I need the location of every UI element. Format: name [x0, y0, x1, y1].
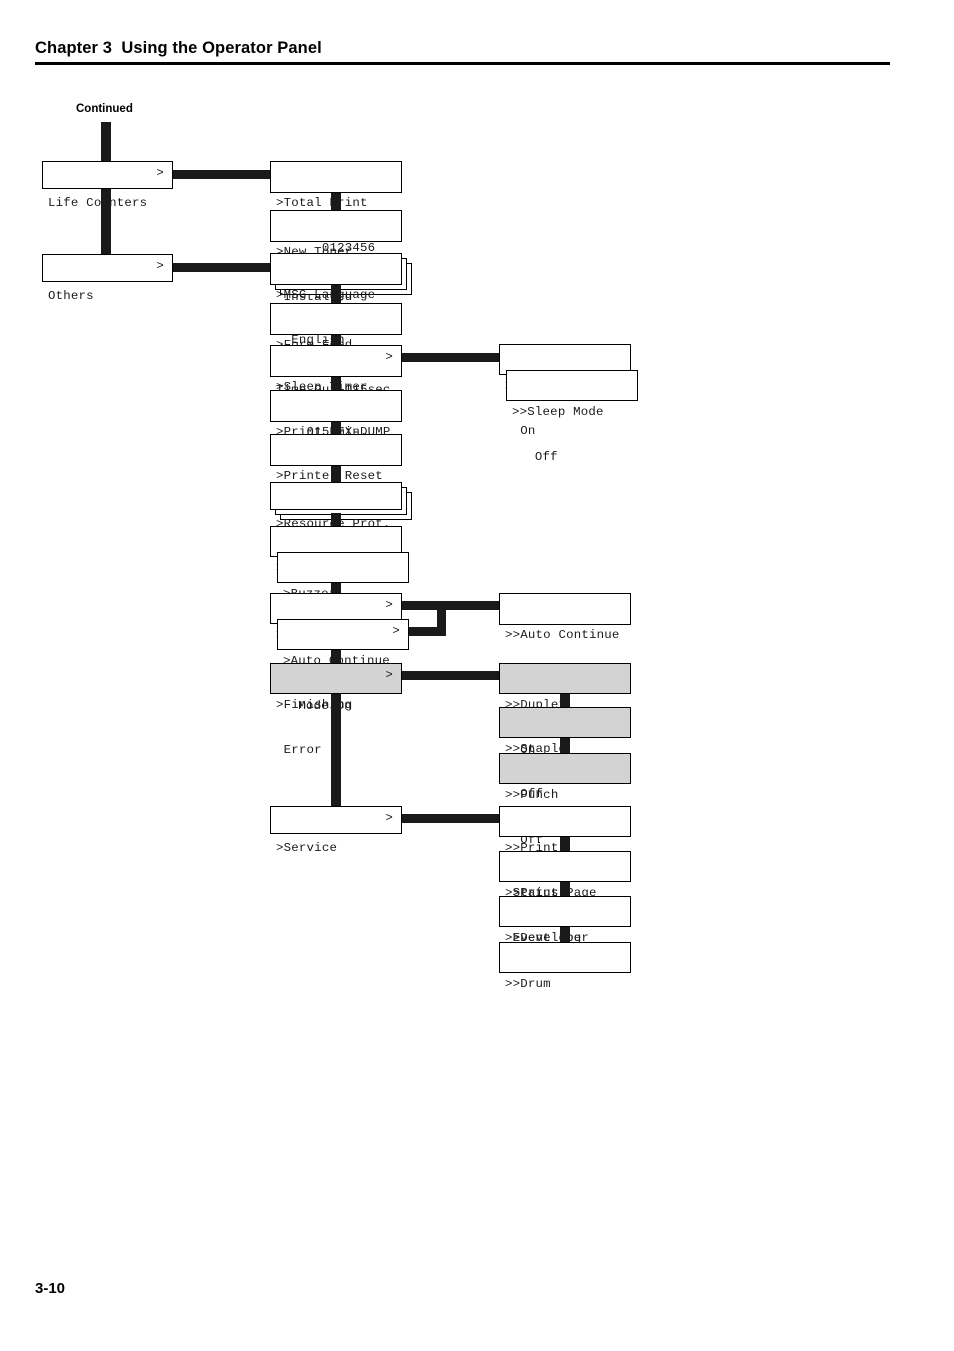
node-print-status-page[interactable]: >>Print Status Page — [499, 806, 631, 900]
manual-page: Chapter 3 Using the Operator Panel Conti… — [0, 0, 954, 1351]
menu-flow-diagram: Continued Life Counters > Others > >Tota… — [0, 0, 954, 1351]
node-finishing-arrow: > — [385, 668, 393, 682]
node-auto-continue-timer[interactable]: >>Auto Continue Timer 030sec. — [499, 593, 631, 687]
node-finishing[interactable]: >Finishing Error > — [270, 663, 402, 757]
connector-developer-to-drum — [560, 927, 570, 942]
connector-resource-prot-to-buzzer — [331, 513, 341, 526]
node-life-counters-line1: Life Counters — [48, 196, 148, 210]
connector-print-hex-dump-to-printer-reset — [331, 422, 341, 434]
connector-print-status-page-to-print-event-log — [560, 837, 570, 851]
node-developer[interactable]: >>Developer — [499, 896, 631, 945]
node-others-line1: Others — [48, 289, 94, 303]
connector-finishing-to-service — [331, 694, 341, 806]
node-new-toner[interactable]: >New Toner Installed — [270, 210, 402, 304]
node-duplex[interactable]: >>Duplex On — [499, 663, 631, 757]
connector-life-counters-to-total-print — [173, 170, 271, 179]
connector-sleep-timer-to-sleep-mode — [402, 353, 500, 362]
continued-label: Continued — [76, 103, 133, 115]
node-staple[interactable]: >>Staple Off — [499, 707, 631, 801]
node-msg-language[interactable]: >MSG Language English — [270, 253, 402, 347]
connector-finishing-to-duplex — [402, 671, 500, 680]
node-service-arrow: > — [385, 811, 393, 825]
node-life-counters[interactable]: Life Counters > — [42, 161, 173, 210]
node-auto-continue-timer-line1: >>Auto Continue — [505, 628, 620, 642]
connector-auto-continue-to-finishing — [331, 650, 341, 663]
page-number: 3-10 — [35, 1280, 66, 1297]
node-auto-continue-mode-off-arrow: > — [385, 598, 393, 612]
connector-print-event-log-to-developer — [560, 882, 570, 896]
node-others[interactable]: Others > — [42, 254, 173, 303]
connector-others-to-msg-language — [173, 263, 271, 272]
node-form-feed[interactable]: >Form Feed Time Out 015sec. — [270, 303, 402, 397]
node-sleep-mode-off-line2: Off — [512, 450, 558, 464]
node-sleep-timer[interactable]: >Sleep Timer 015 min. > — [270, 345, 402, 439]
node-sleep-timer-arrow: > — [385, 350, 393, 364]
connector-continued-to-life-counters — [101, 122, 111, 166]
connector-duplex-to-staple — [560, 694, 570, 707]
node-sleep-mode-off-line1: >>Sleep Mode — [512, 405, 604, 419]
node-sleep-mode-off[interactable]: >>Sleep Mode Off — [506, 370, 638, 464]
connector-service-to-print-status-page — [402, 814, 500, 823]
node-printer-reset[interactable]: >Printer Reset — [270, 434, 402, 483]
connector-sleep-timer-to-print-hex-dump — [331, 377, 341, 390]
node-print-event-log[interactable]: >>Print Event Log — [499, 851, 631, 945]
node-life-counters-arrow: > — [156, 166, 164, 180]
node-others-arrow: > — [156, 259, 164, 273]
node-drum[interactable]: >>Drum — [499, 942, 631, 991]
node-print-hex-dump[interactable]: >Print HEX-DUMP — [270, 390, 402, 439]
connector-printer-reset-to-resource-prot — [331, 466, 341, 482]
node-auto-continue-mode-on-arrow: > — [392, 624, 400, 638]
connector-auto-continue-off-to-timer — [402, 601, 500, 610]
node-resource-prot[interactable]: >Resource Prot. Off — [270, 482, 402, 576]
node-punch[interactable]: >>Punch Off — [499, 753, 631, 847]
connector-form-feed-to-sleep-timer — [331, 335, 341, 345]
node-total-print[interactable]: >Total Print 0123456 — [270, 161, 402, 255]
connector-auto-continue-merge-vertical — [437, 601, 446, 636]
node-punch-line1: >>Punch — [505, 788, 559, 802]
connector-msg-language-to-form-feed — [331, 285, 341, 303]
node-service[interactable]: >Service > — [270, 806, 402, 855]
node-service-line1: >Service — [276, 841, 338, 855]
connector-staple-to-punch — [560, 738, 570, 753]
node-drum-line1: >>Drum — [505, 977, 551, 991]
connector-total-print-to-new-toner — [331, 193, 341, 210]
connector-buzzer-to-auto-continue — [331, 583, 341, 593]
node-auto-continue-mode-on[interactable]: >Auto Continue Mode On > — [277, 619, 409, 713]
node-buzzer-off[interactable]: >Buzzer Off — [277, 552, 409, 646]
